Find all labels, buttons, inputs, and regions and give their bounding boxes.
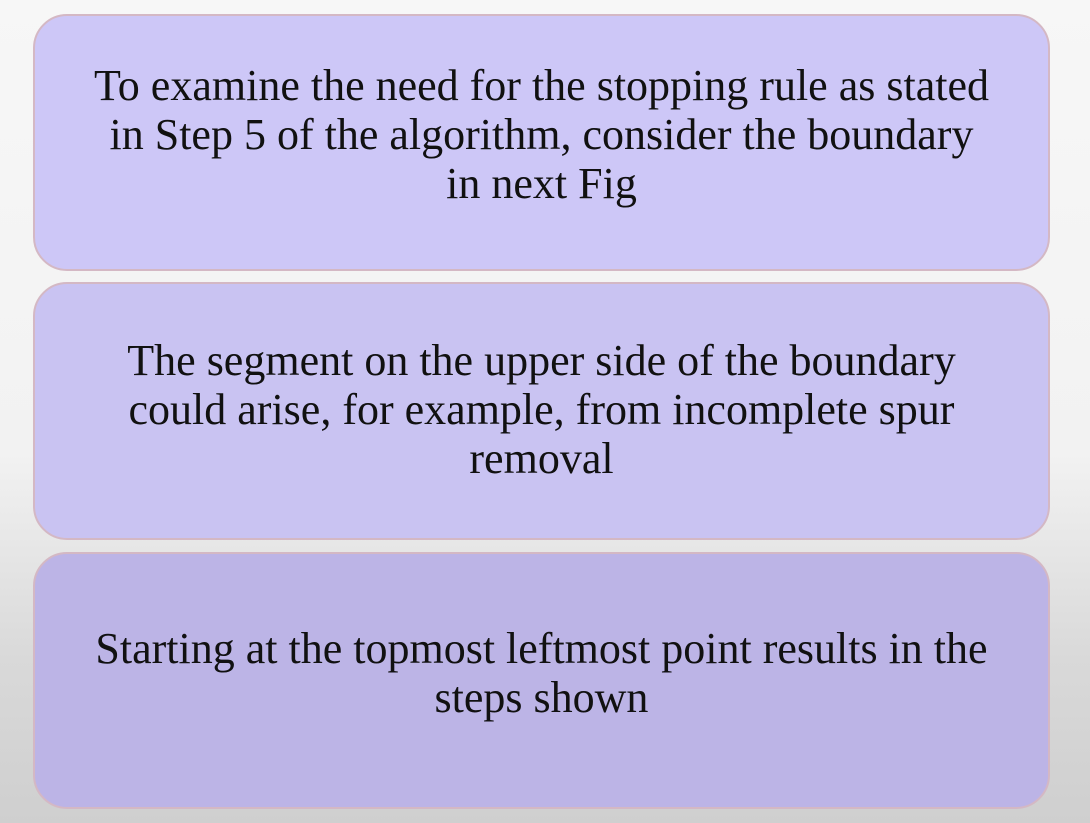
text-box-starting-point: Starting at the topmost leftmost point r… <box>33 552 1050 809</box>
text-box-starting-point-text: Starting at the topmost leftmost point r… <box>95 623 988 722</box>
text-box-spur-removal-text: The segment on the upper side of the bou… <box>127 335 956 483</box>
slide: To examine the need for the stopping rul… <box>0 0 1090 823</box>
text-box-spur-removal: The segment on the upper side of the bou… <box>33 282 1050 540</box>
text-box-stopping-rule: To examine the need for the stopping rul… <box>33 14 1050 271</box>
text-box-stopping-rule-text: To examine the need for the stopping rul… <box>94 61 989 208</box>
